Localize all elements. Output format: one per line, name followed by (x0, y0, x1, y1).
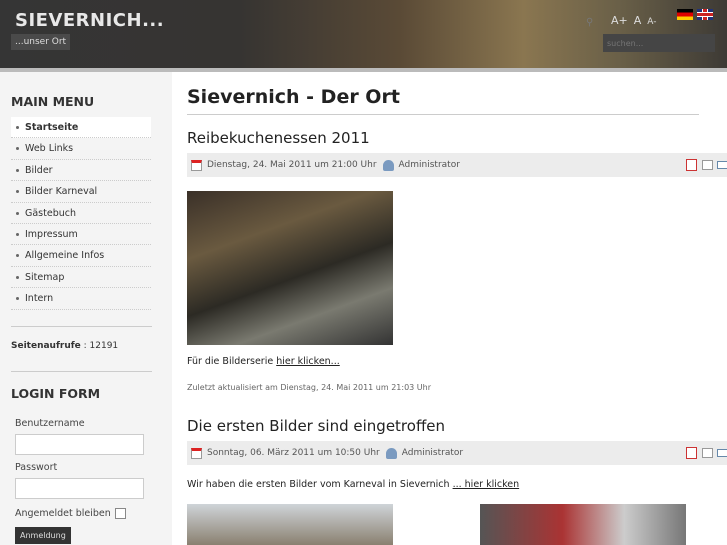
password-label: Passwort (15, 462, 58, 473)
calendar-icon (191, 159, 202, 171)
calendar-icon (191, 447, 202, 459)
article-text: Für die Bilderserie hier klicken... (187, 356, 340, 367)
main-menu: Startseite Web Links Bilder Bilder Karne… (11, 117, 151, 310)
divider (11, 326, 152, 327)
article-meta: Sonntag, 06. März 2011 um 10:50 Uhr Admi… (187, 441, 727, 465)
page-views: Seitenaufrufe : 12191 (11, 341, 119, 351)
article-meta: Dienstag, 24. Mai 2011 um 21:00 Uhr Admi… (187, 153, 727, 177)
divider (11, 371, 152, 372)
password-input[interactable] (15, 478, 144, 499)
article-photo (187, 504, 393, 545)
english-flag-icon[interactable] (697, 9, 713, 20)
page-title: Sievernich - Der Ort (187, 86, 699, 115)
search-icon: ⚲ (586, 17, 594, 28)
gallery-link[interactable]: hier klicken... (276, 356, 340, 367)
font-decrease-button[interactable]: A- (647, 17, 656, 27)
pdf-icon[interactable] (686, 447, 697, 459)
font-reset-button[interactable]: A (634, 14, 642, 27)
menu-item-startseite[interactable]: Startseite (11, 117, 151, 139)
search-input[interactable] (603, 34, 715, 52)
main-menu-title: MAIN MENU (11, 94, 95, 109)
article-title[interactable]: Die ersten Bilder sind eingetroffen (187, 417, 445, 435)
menu-item-bilder[interactable]: Bilder (11, 160, 151, 182)
menu-item-bilder-karneval[interactable]: Bilder Karneval (11, 181, 151, 203)
article-title[interactable]: Reibekuchenessen 2011 (187, 129, 370, 147)
font-size-controls: A+ A A- (611, 14, 663, 27)
username-label: Benutzername (15, 418, 85, 429)
site-slogan: ...unser Ort (11, 34, 71, 50)
menu-item-allgemeine-infos[interactable]: Allgemeine Infos (11, 245, 151, 267)
login-form-title: LOGIN FORM (11, 386, 101, 401)
menu-item-impressum[interactable]: Impressum (11, 224, 151, 246)
remember-checkbox[interactable] (115, 508, 126, 519)
email-icon[interactable] (717, 161, 727, 169)
login-button[interactable]: Anmeldung (15, 527, 71, 544)
header: SIEVERNICH... ...unser Ort ⚲ A+ A A- (0, 0, 727, 72)
user-icon (382, 159, 394, 171)
remember-label: Angemeldet bleiben (15, 508, 111, 519)
article-text: Wir haben die ersten Bilder vom Karneval… (187, 479, 520, 490)
menu-item-gaestebuch[interactable]: Gästebuch (11, 203, 151, 224)
last-updated: Zuletzt aktualisiert am Dienstag, 24. Ma… (187, 383, 432, 392)
article-photo (187, 191, 393, 345)
print-icon[interactable] (702, 448, 713, 458)
menu-item-intern[interactable]: Intern (11, 288, 151, 310)
username-input[interactable] (15, 434, 144, 455)
article-photo (480, 504, 686, 545)
font-increase-button[interactable]: A+ (611, 14, 628, 27)
menu-item-web-links[interactable]: Web Links (11, 138, 151, 160)
user-icon (385, 447, 397, 459)
menu-item-sitemap[interactable]: Sitemap (11, 267, 151, 289)
german-flag-icon[interactable] (677, 9, 693, 20)
pdf-icon[interactable] (686, 159, 697, 171)
site-title[interactable]: SIEVERNICH... (15, 10, 164, 31)
email-icon[interactable] (717, 449, 727, 457)
gallery-link[interactable]: ... hier klicken (453, 479, 520, 490)
print-icon[interactable] (702, 160, 713, 170)
